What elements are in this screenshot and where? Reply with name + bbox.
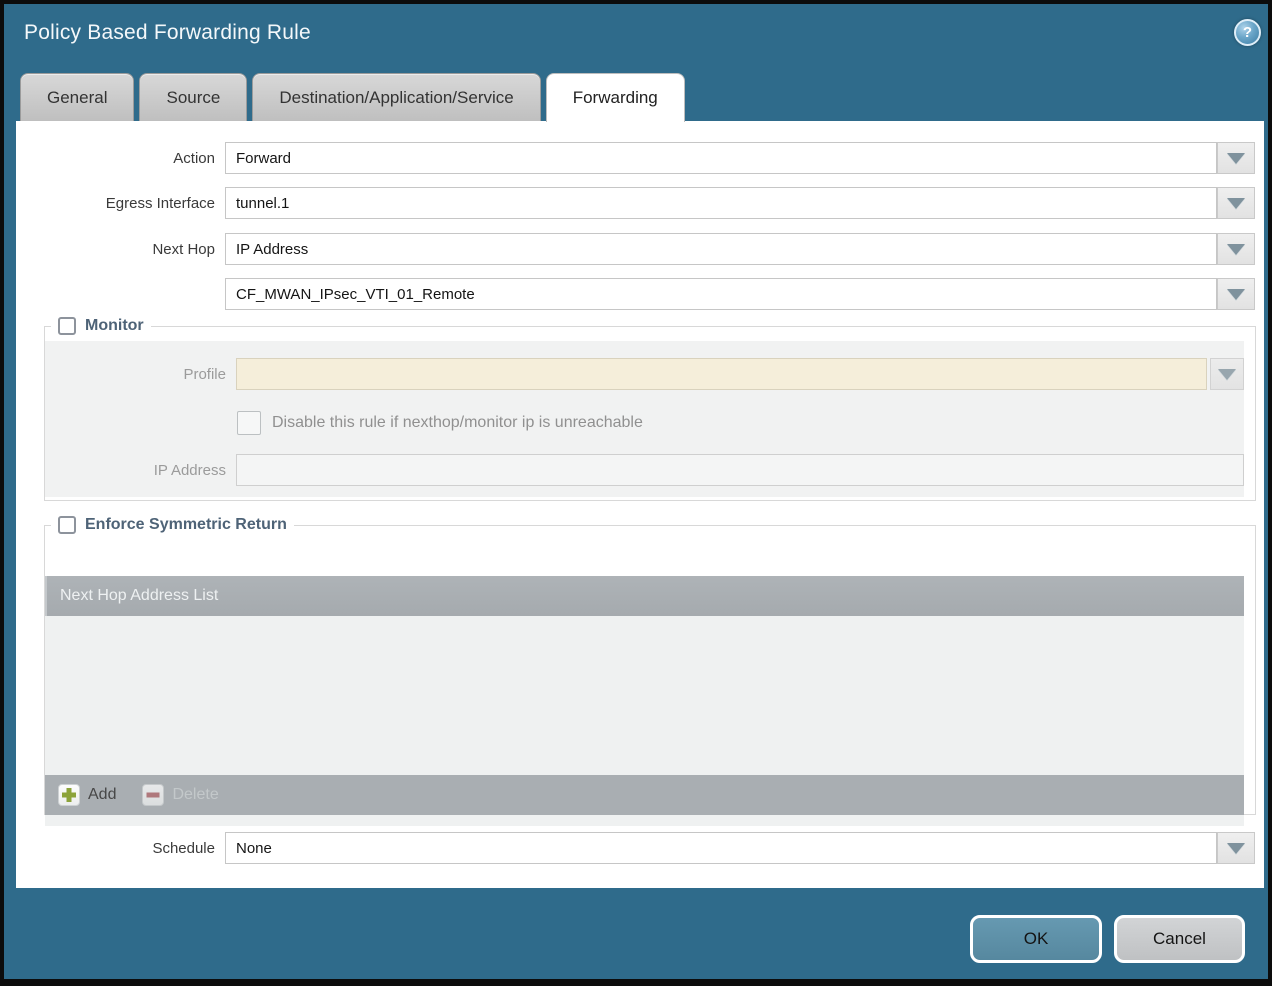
next-hop-type-field[interactable]: IP Address: [225, 233, 1217, 265]
monitor-ip-address-field[interactable]: [236, 454, 1244, 486]
next-hop-address-list-body[interactable]: [45, 616, 1244, 775]
chevron-down-icon: [1227, 244, 1245, 255]
table-bottom-strip: [45, 815, 1244, 826]
delete-minus-icon: [142, 784, 164, 806]
action-label: Action: [16, 142, 215, 174]
delete-button[interactable]: Delete: [142, 784, 218, 806]
tab-destination-application-service[interactable]: Destination/Application/Service: [252, 73, 540, 121]
tab-source[interactable]: Source: [139, 73, 247, 121]
monitor-checkbox[interactable]: [58, 317, 76, 335]
chevron-down-icon: [1227, 289, 1245, 300]
disable-rule-checkbox[interactable]: [237, 411, 261, 435]
tab-destination-label: Destination/Application/Service: [279, 88, 513, 108]
next-hop-address-dropdown-button[interactable]: [1217, 278, 1255, 310]
cancel-button[interactable]: Cancel: [1114, 915, 1245, 963]
next-hop-label: Next Hop: [16, 233, 215, 265]
monitor-ip-address-label: IP Address: [45, 454, 226, 486]
help-icon[interactable]: ?: [1234, 19, 1261, 46]
ok-button-label: OK: [1024, 929, 1049, 949]
tab-forwarding[interactable]: Forwarding: [546, 73, 685, 122]
enforce-symmetric-return-section: Enforce Symmetric Return Next Hop Addres…: [44, 516, 1256, 815]
tab-bar: General Source Destination/Application/S…: [20, 73, 685, 121]
next-hop-address-table: Next Hop Address List Add Delete: [45, 576, 1244, 826]
next-hop-address-field[interactable]: CF_MWAN_IPsec_VTI_01_Remote: [225, 278, 1217, 310]
add-button-label: Add: [88, 786, 116, 804]
schedule-label: Schedule: [16, 832, 215, 864]
help-glyph: ?: [1243, 24, 1252, 41]
chevron-down-icon: [1227, 843, 1245, 854]
egress-interface-label: Egress Interface: [16, 187, 215, 219]
next-hop-address-list-toolbar: Add Delete: [45, 775, 1244, 815]
egress-interface-field[interactable]: tunnel.1: [225, 187, 1217, 219]
tab-source-label: Source: [166, 88, 220, 108]
action-field[interactable]: Forward: [225, 142, 1217, 174]
forwarding-tab-panel: Action Forward Egress Interface tunnel.1…: [16, 121, 1264, 888]
profile-label: Profile: [45, 358, 226, 390]
monitor-section: Monitor Profile Disable this rule if nex…: [44, 317, 1256, 501]
delete-button-label: Delete: [172, 786, 218, 804]
action-dropdown-button[interactable]: [1217, 142, 1255, 174]
monitor-legend: Monitor: [51, 317, 151, 335]
chevron-down-icon: [1218, 369, 1236, 380]
ok-button[interactable]: OK: [970, 915, 1102, 963]
add-plus-icon: [58, 784, 80, 806]
enforce-symmetric-return-checkbox[interactable]: [58, 516, 76, 534]
chevron-down-icon: [1227, 153, 1245, 164]
profile-field[interactable]: [236, 358, 1207, 390]
enforce-symmetric-return-legend-label: Enforce Symmetric Return: [85, 516, 287, 534]
chevron-down-icon: [1227, 198, 1245, 209]
cancel-button-label: Cancel: [1153, 929, 1206, 949]
tab-general-label: General: [47, 88, 107, 108]
next-hop-dropdown-button[interactable]: [1217, 233, 1255, 265]
disable-rule-label: Disable this rule if nexthop/monitor ip …: [272, 414, 643, 432]
schedule-field[interactable]: None: [225, 832, 1217, 864]
monitor-legend-label: Monitor: [85, 317, 144, 335]
tab-forwarding-label: Forwarding: [573, 88, 658, 108]
disable-rule-row: Disable this rule if nexthop/monitor ip …: [237, 411, 643, 435]
next-hop-address-list-header: Next Hop Address List: [45, 576, 1244, 616]
pbf-rule-dialog: Policy Based Forwarding Rule ? General S…: [0, 0, 1272, 986]
profile-dropdown-button[interactable]: [1210, 358, 1244, 390]
enforce-symmetric-return-legend: Enforce Symmetric Return: [51, 516, 294, 534]
egress-interface-dropdown-button[interactable]: [1217, 187, 1255, 219]
monitor-panel: Profile Disable this rule if nexthop/mon…: [45, 341, 1244, 497]
tab-general[interactable]: General: [20, 73, 134, 121]
add-button[interactable]: Add: [58, 784, 116, 806]
schedule-dropdown-button[interactable]: [1217, 832, 1255, 864]
dialog-title: Policy Based Forwarding Rule: [24, 21, 311, 45]
